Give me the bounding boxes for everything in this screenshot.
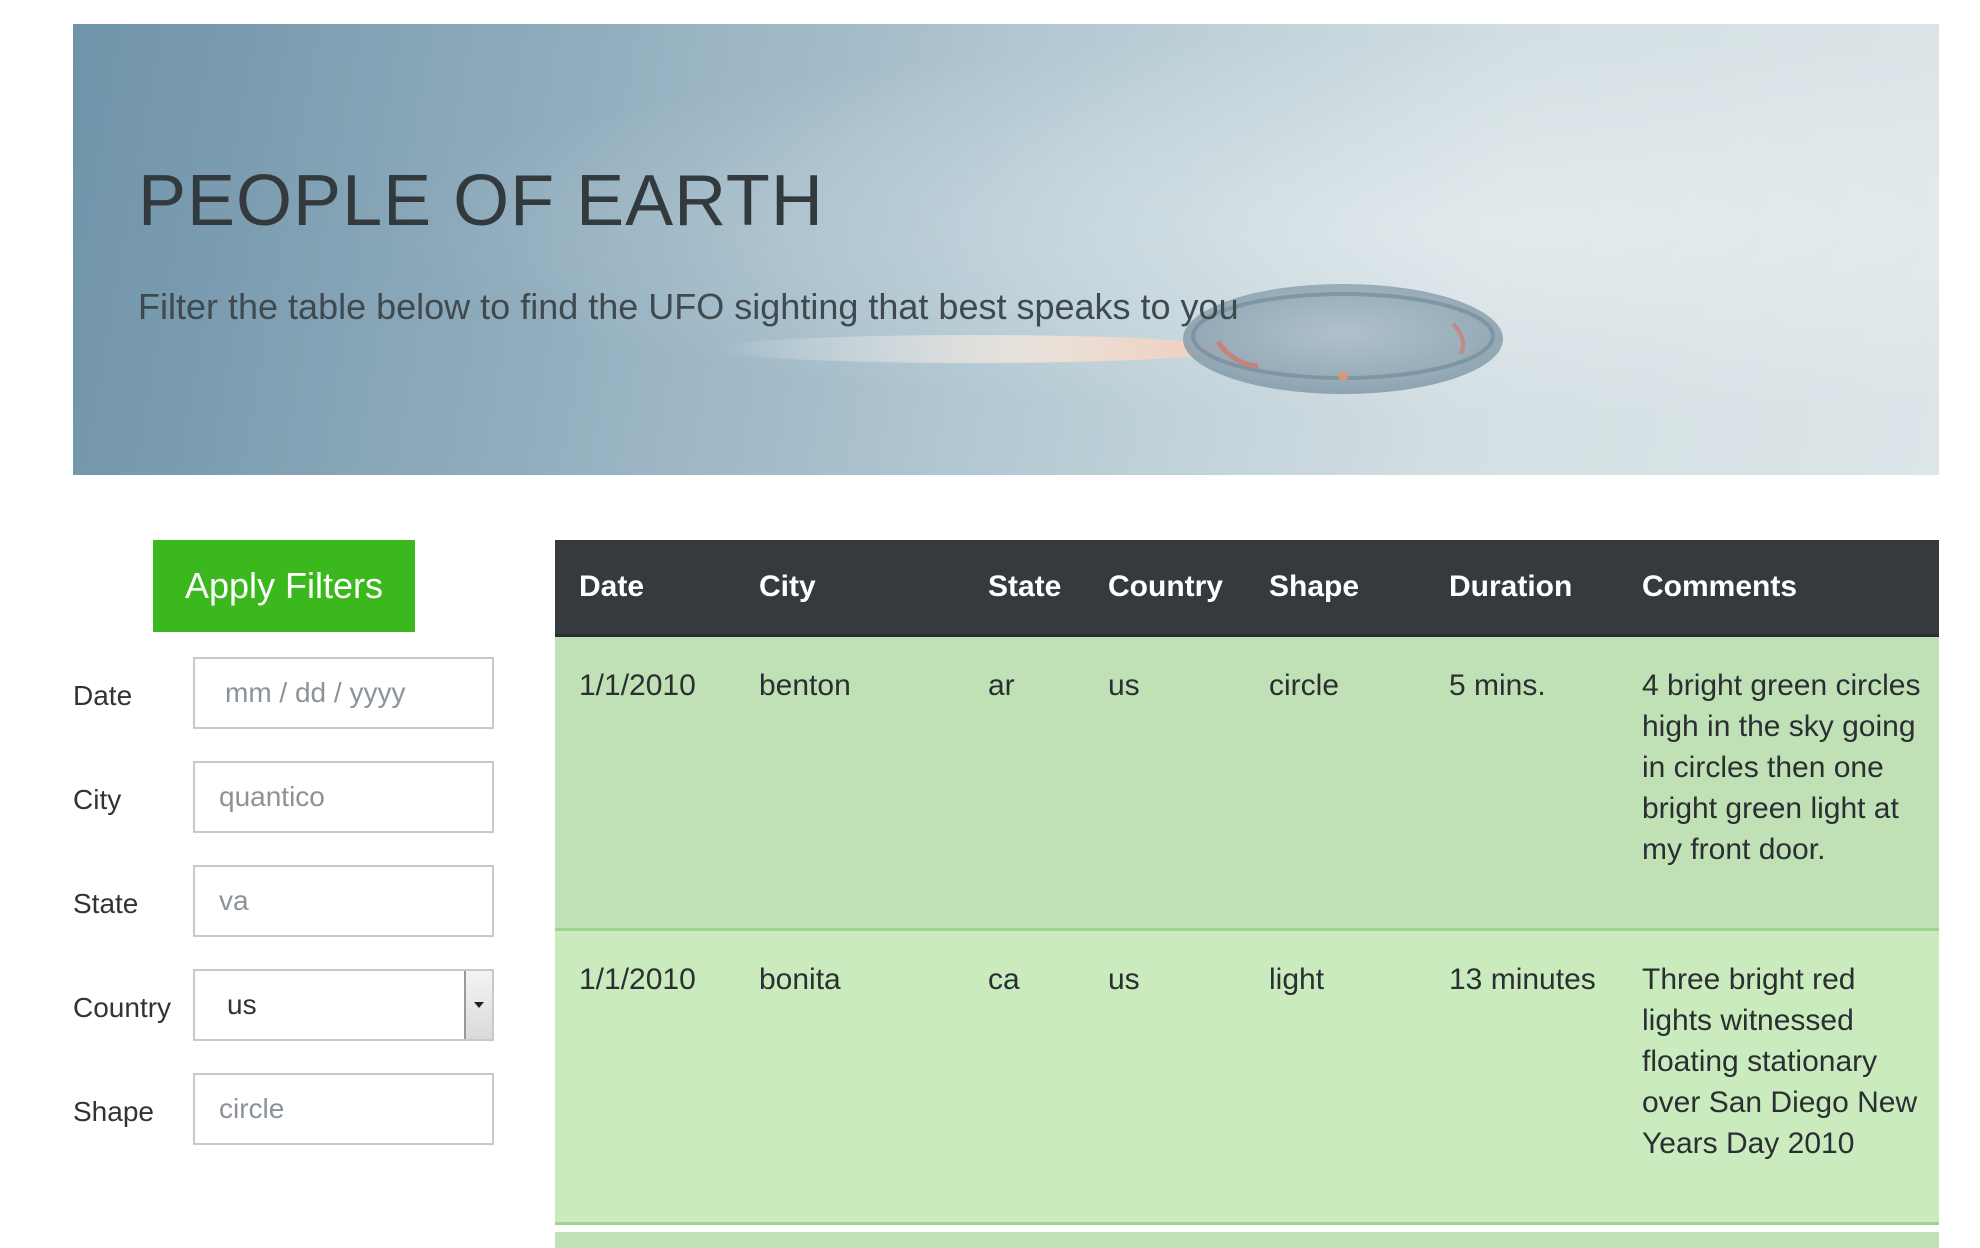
column-header-city: City	[735, 540, 964, 637]
date-input[interactable]	[193, 657, 494, 729]
city-input[interactable]	[193, 761, 494, 833]
cell-shape: circle	[1245, 635, 1425, 930]
state-input[interactable]	[193, 865, 494, 937]
ufo-sightings-table: Date City State Country Shape Duration C…	[555, 540, 1939, 1225]
country-select[interactable]: us	[193, 969, 494, 1041]
cell-country: us	[1084, 635, 1245, 930]
cell-date: 1/1/2010	[555, 635, 735, 930]
cell-city: bonita	[735, 929, 964, 1224]
table-row-partial	[555, 1232, 1939, 1248]
column-header-shape: Shape	[1245, 540, 1425, 637]
cell-date: 1/1/2010	[555, 929, 735, 1224]
select-arrow[interactable]	[464, 971, 492, 1039]
cell-comments: 4 bright green circles high in the sky g…	[1618, 635, 1939, 930]
date-label: Date	[73, 680, 133, 711]
page-title: PEOPLE OF EARTH	[138, 161, 824, 241]
state-label: State	[73, 888, 139, 919]
column-header-duration: Duration	[1425, 540, 1618, 637]
hero-banner: PEOPLE OF EARTH Filter the table below t…	[73, 24, 1939, 475]
cell-state: ca	[964, 929, 1084, 1224]
column-header-comments: Comments	[1618, 540, 1939, 637]
cell-country: us	[1084, 929, 1245, 1224]
city-label: City	[73, 784, 122, 815]
cell-state: ar	[964, 635, 1084, 930]
column-header-date: Date	[555, 540, 735, 637]
table-row: 1/1/2010 benton ar us circle 5 mins. 4 b…	[555, 635, 1939, 930]
cell-shape: light	[1245, 929, 1425, 1224]
apply-filters-button[interactable]: Apply Filters	[153, 540, 415, 632]
shape-input[interactable]	[193, 1073, 494, 1145]
country-label: Country	[73, 992, 172, 1023]
cell-comments: Three bright red lights witnessed floati…	[1618, 929, 1939, 1224]
country-select-value: us	[227, 989, 257, 1020]
page-subtitle: Filter the table below to find the UFO s…	[138, 286, 1239, 327]
table-header-row: Date City State Country Shape Duration C…	[555, 540, 1939, 637]
cell-city: benton	[735, 635, 964, 930]
cell-duration: 13 minutes	[1425, 929, 1618, 1224]
chevron-down-icon	[474, 1002, 484, 1008]
cell-duration: 5 mins.	[1425, 635, 1618, 930]
ufo-image	[713, 284, 1503, 394]
shape-label: Shape	[73, 1096, 154, 1127]
column-header-state: State	[964, 540, 1084, 637]
column-header-country: Country	[1084, 540, 1245, 637]
table-row: 1/1/2010 bonita ca us light 13 minutes T…	[555, 929, 1939, 1224]
